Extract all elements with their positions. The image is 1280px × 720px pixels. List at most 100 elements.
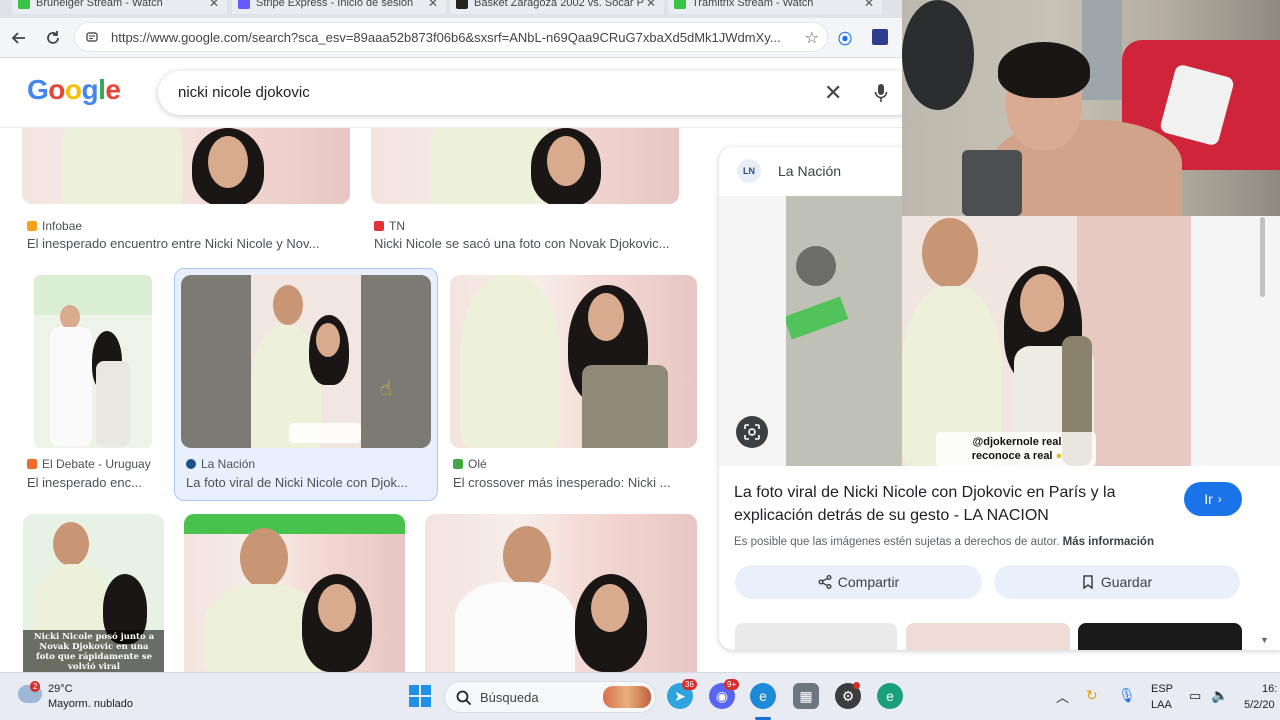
clock-date[interactable]: 5/2/20 xyxy=(1244,699,1275,711)
kick-icon xyxy=(674,0,686,9)
result-source[interactable]: Olé xyxy=(453,457,487,471)
image-preview-panel: LN La Nación @djokernole real reconoce a… xyxy=(719,147,1280,650)
volume-icon[interactable]: 🔈 xyxy=(1211,687,1228,704)
result-title[interactable]: El crossover más inesperado: Nicki ... xyxy=(453,475,693,490)
infobae-icon xyxy=(27,221,37,231)
tiktok-icon xyxy=(456,0,468,9)
search-icon xyxy=(456,690,472,706)
la-nacion-logo: LN xyxy=(737,159,761,183)
microphone-icon[interactable]: 🎙 xyxy=(1118,687,1136,704)
close-tab-icon[interactable]: ✕ xyxy=(209,0,219,10)
preview-source[interactable]: La Nación xyxy=(778,163,841,179)
telegram-badge: 36 xyxy=(682,679,697,690)
image-result-el-debate[interactable] xyxy=(34,275,152,448)
image-result-infobae[interactable] xyxy=(22,128,350,204)
la-nacion-icon xyxy=(186,459,196,469)
image-result-la-nacion[interactable] xyxy=(181,275,431,448)
preview-title[interactable]: La foto viral de Nicki Nicole con Djokov… xyxy=(734,481,1154,527)
browser-toolbar: https://www.google.com/search?sca_esv=89… xyxy=(0,18,902,58)
search-highlight-image xyxy=(603,686,651,708)
image-result-row3-1[interactable]: Nicki Nicole posó junto a Novak Djokovic… xyxy=(23,514,164,672)
weather-text[interactable]: Mayorm. nublado xyxy=(48,698,133,710)
close-tab-icon[interactable]: ✕ xyxy=(428,0,438,10)
preview-image[interactable]: @djokernole real reconoce a real ● xyxy=(786,196,1191,466)
bookmark-star-icon[interactable]: ☆ xyxy=(805,28,819,48)
chevron-right-icon: › xyxy=(1217,492,1222,506)
input-language[interactable]: ESP xyxy=(1151,683,1173,695)
notification-dot xyxy=(853,682,860,689)
taskbar: 2 29°C Mayorm. nublado Búsqueda ➤ 36 ◉ 9… xyxy=(0,672,1280,720)
clear-search-icon[interactable]: ✕ xyxy=(824,80,842,106)
related-image[interactable] xyxy=(735,623,897,650)
result-source[interactable]: TN xyxy=(374,219,405,233)
stripe-icon xyxy=(238,0,250,9)
scroll-down-arrow-icon[interactable]: ▼ xyxy=(1260,635,1269,645)
result-title[interactable]: El inesperado encuentro entre Nicki Nico… xyxy=(27,236,347,251)
calculator-icon[interactable]: ▦ xyxy=(793,683,819,709)
result-source[interactable]: Infobae xyxy=(27,219,82,233)
related-image[interactable] xyxy=(906,623,1070,650)
hand-cursor-icon: ☝ xyxy=(380,378,393,400)
tab-tramitrix[interactable]: Tramitrix Stream - Watch ✕ xyxy=(668,0,882,14)
tab-bruneiger[interactable]: Bruneiger Stream - Watch ✕ xyxy=(12,0,227,14)
google-lens-icon xyxy=(744,424,760,440)
share-button[interactable]: Compartir xyxy=(735,565,982,599)
chevron-up-icon[interactable]: ︿ xyxy=(1056,687,1069,706)
reload-icon xyxy=(47,31,59,44)
save-button[interactable]: Guardar xyxy=(994,565,1240,599)
taskbar-search[interactable]: Búsqueda xyxy=(444,681,656,713)
kick-icon xyxy=(18,0,30,9)
search-box[interactable]: nicki nicole djokovic ✕ xyxy=(158,71,918,115)
result-source[interactable]: La Nación xyxy=(186,457,255,471)
search-query[interactable]: nicki nicole djokovic xyxy=(178,84,310,101)
image-result-row3-3[interactable] xyxy=(425,514,697,672)
el-debate-icon xyxy=(27,459,37,469)
clock-time[interactable]: 16: xyxy=(1262,683,1277,695)
visit-button[interactable]: Ir › xyxy=(1184,482,1242,516)
image-result-row3-2[interactable] xyxy=(184,514,405,672)
address-bar[interactable]: https://www.google.com/search?sca_esv=89… xyxy=(74,22,828,52)
extension-icon[interactable] xyxy=(872,29,888,45)
bookmark-icon xyxy=(1083,575,1093,589)
image-result-tn[interactable] xyxy=(371,128,679,204)
ole-icon xyxy=(453,459,463,469)
temperature[interactable]: 29°C xyxy=(48,683,73,695)
tn-icon xyxy=(374,221,384,231)
fan xyxy=(902,0,974,110)
discord-badge: 9+ xyxy=(724,679,740,690)
webcam-overlay xyxy=(902,0,1280,216)
voice-search-icon[interactable] xyxy=(874,83,888,103)
url-text: https://www.google.com/search?sca_esv=89… xyxy=(111,29,781,45)
site-info-icon[interactable] xyxy=(85,30,99,44)
reload-button[interactable] xyxy=(43,28,63,48)
lens-button[interactable] xyxy=(736,416,768,448)
more-info-link[interactable]: Más información xyxy=(1063,536,1154,548)
google-header: Google nicki nicole djokovic ✕ xyxy=(0,58,918,128)
result-title[interactable]: La foto viral de Nicki Nicole con Djok..… xyxy=(186,475,426,490)
share-icon xyxy=(818,575,832,589)
network-icon[interactable]: ▭ xyxy=(1189,688,1201,704)
back-button[interactable] xyxy=(9,28,29,48)
tab-stripe[interactable]: Stripe Express - Inicio de sesión ✕ xyxy=(232,0,446,14)
result-title[interactable]: Nicki Nicole se sacó una foto con Novak … xyxy=(374,236,694,251)
result-title[interactable]: El inesperado enc... xyxy=(27,475,155,490)
image-result-ole[interactable] xyxy=(450,275,697,448)
windows-logo-icon xyxy=(409,685,431,707)
google-logo[interactable]: Google xyxy=(27,74,121,106)
copyright-notice: Es posible que las imágenes estén sujeta… xyxy=(734,536,1154,548)
tab-basket[interactable]: Basket Zaragoza 2002 vs. Socar P ✕ xyxy=(450,0,664,14)
scrollbar-thumb[interactable] xyxy=(1260,217,1265,297)
related-image[interactable] xyxy=(1078,623,1242,650)
edge-dev-icon[interactable]: e xyxy=(877,683,903,709)
close-tab-icon[interactable]: ✕ xyxy=(646,0,656,10)
overlay-text: @djokernole real reconoce a real ● xyxy=(971,436,1063,462)
arrow-left-icon xyxy=(11,32,25,44)
read-aloud-icon[interactable]: ⦿ xyxy=(838,29,852,49)
start-button[interactable] xyxy=(408,684,432,708)
result-source[interactable]: El Debate - Uruguay xyxy=(27,457,151,471)
close-tab-icon[interactable]: ✕ xyxy=(864,0,874,10)
edge-icon[interactable]: e xyxy=(750,683,776,709)
thumbnail-caption: Nicki Nicole posó junto a Novak Djokovic… xyxy=(33,632,155,672)
input-region[interactable]: LAA xyxy=(1151,699,1172,711)
sync-icon[interactable]: ↻ xyxy=(1086,687,1098,704)
